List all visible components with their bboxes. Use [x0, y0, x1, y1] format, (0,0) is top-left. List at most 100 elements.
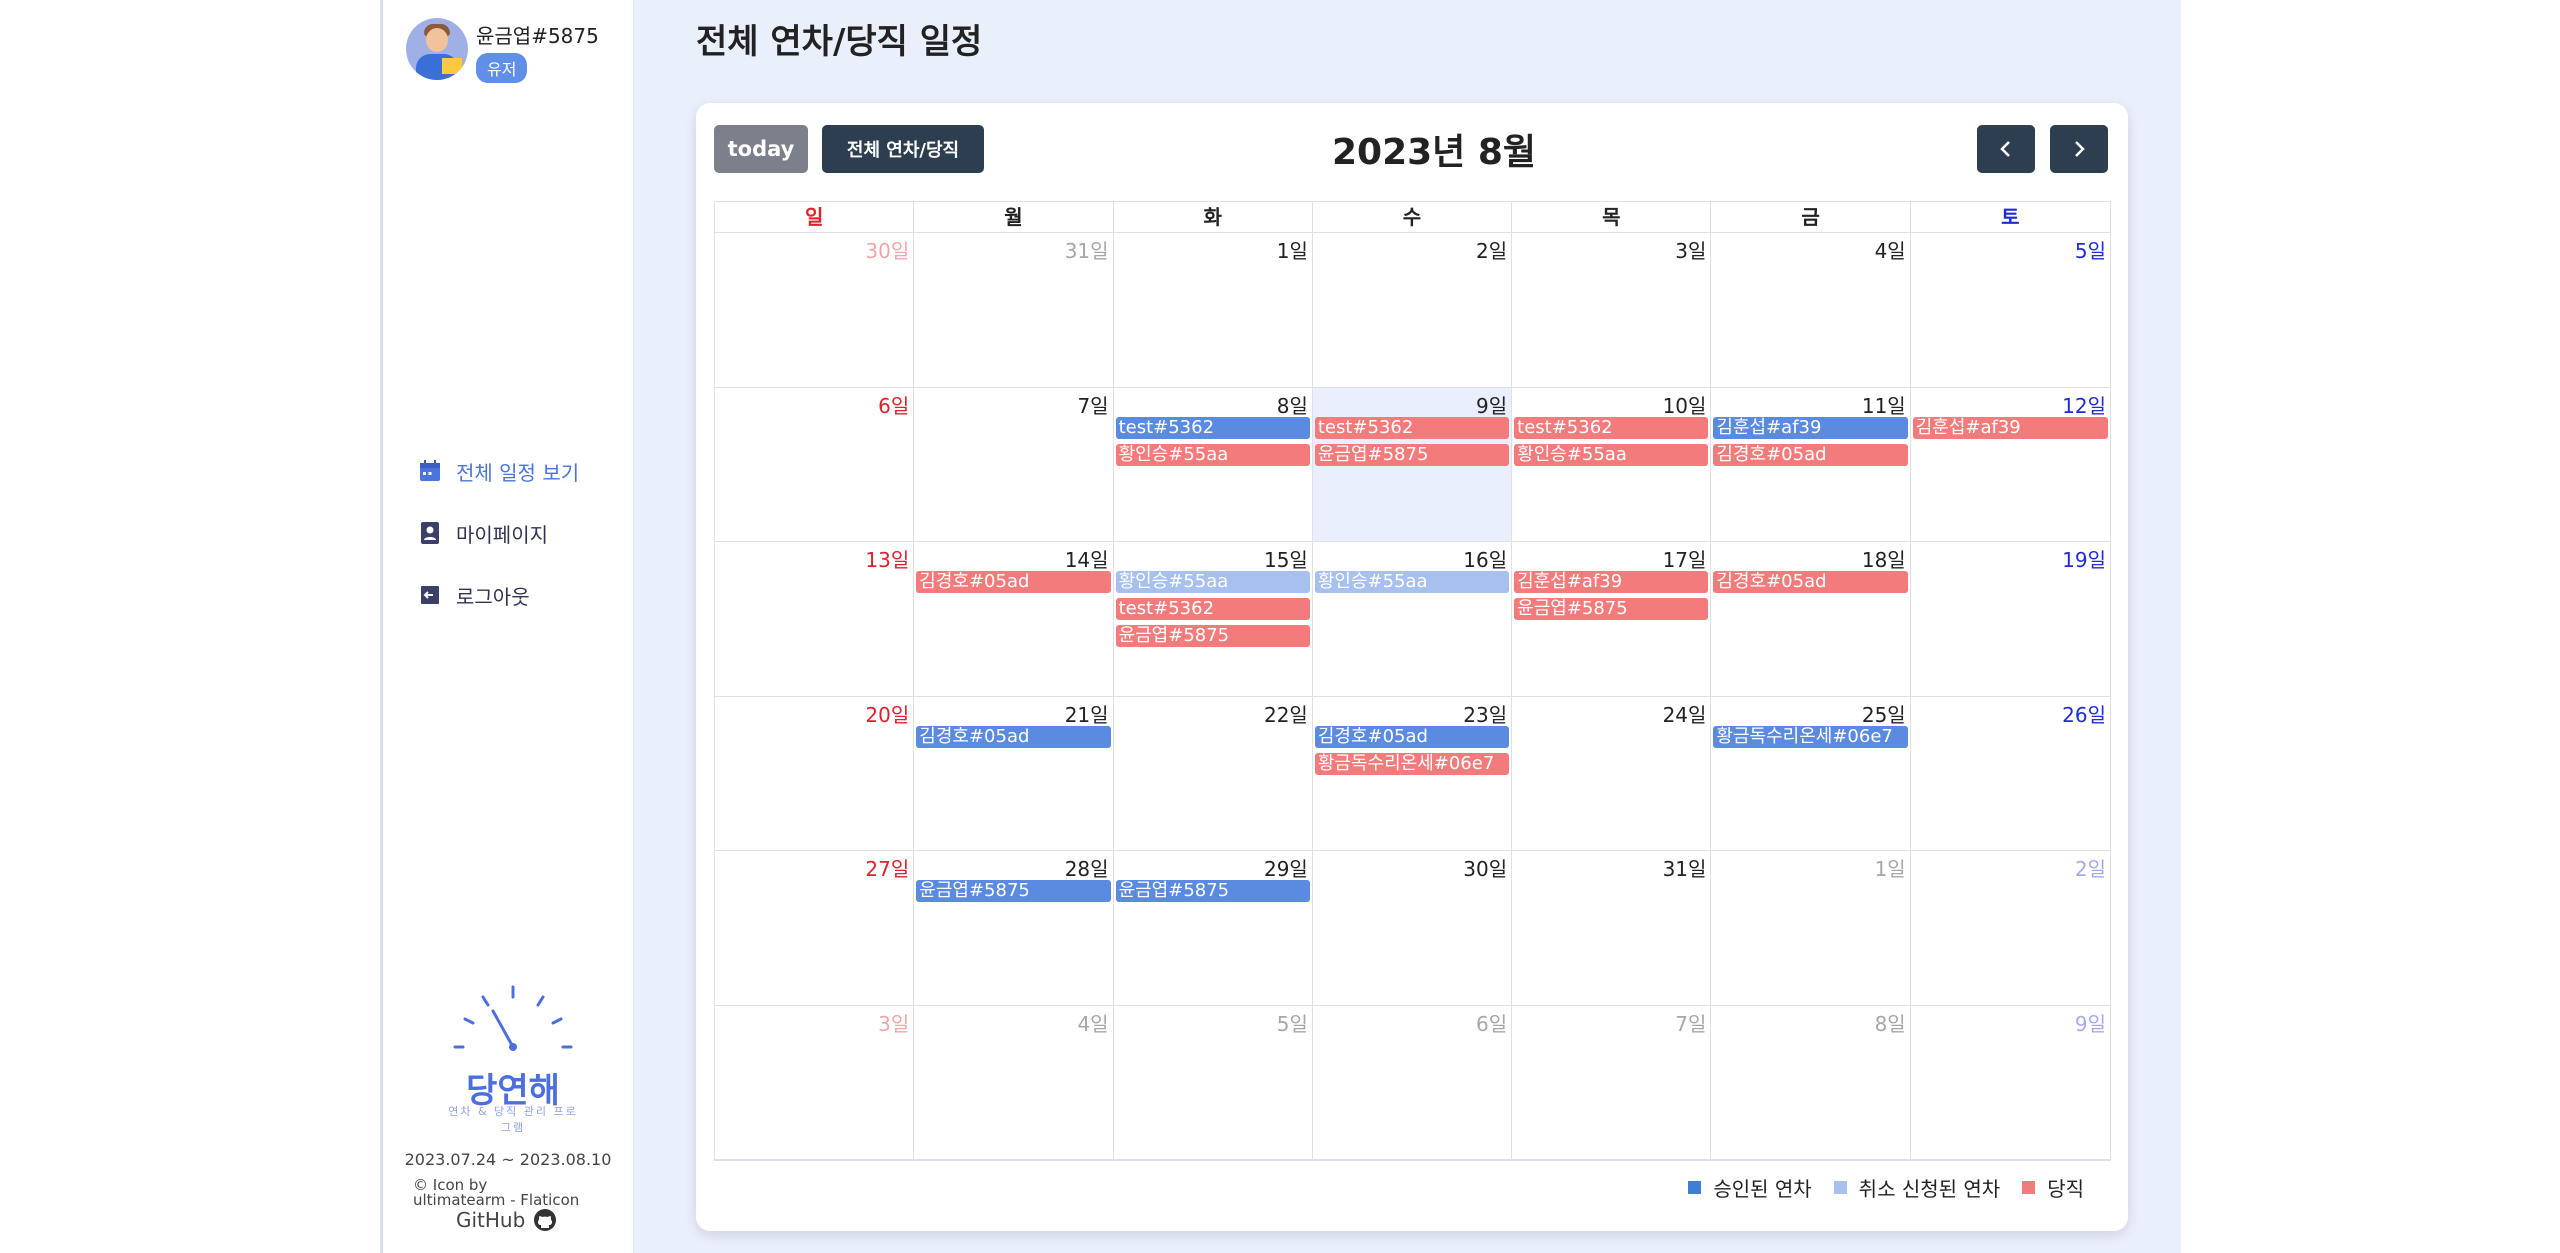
day-number: 6일 [878, 393, 910, 418]
event-duty[interactable]: 윤금엽#5875 [1314, 443, 1510, 466]
day-cell[interactable]: 9일 test#5362 윤금엽#5875 [1312, 387, 1513, 542]
day-cell[interactable]: 19일 [1910, 542, 2110, 697]
event-duty[interactable]: test#5362 [1314, 416, 1510, 439]
weekday-label: 수 [1313, 202, 1513, 232]
chevron-right-icon [2075, 141, 2085, 157]
day-cell[interactable]: 1일 [1113, 233, 1313, 388]
day-cell[interactable]: 2일 [1312, 233, 1513, 388]
day-cell[interactable]: 11일 김훈섭#af39 김경호#05ad [1711, 387, 1911, 542]
day-cell[interactable]: 28일 윤금엽#5875 [914, 851, 1114, 1006]
day-number: 9일 [2074, 1011, 2106, 1036]
event-duty[interactable]: 윤금엽#5875 [1115, 625, 1310, 647]
day-cell[interactable]: 1일 [1711, 851, 1911, 1006]
day-cell[interactable]: 8일 test#5362 황인승#55aa [1113, 387, 1313, 542]
event-duty[interactable]: 윤금엽#5875 [1514, 598, 1709, 620]
day-cell[interactable]: 7일 [914, 387, 1114, 542]
day-cell[interactable]: 4일 [914, 1005, 1114, 1160]
nav-item-label: 로그아웃 [456, 584, 530, 609]
day-cell[interactable]: 21일 김경호#05ad [914, 696, 1114, 851]
day-number: 4일 [1077, 1011, 1109, 1036]
event-approved[interactable]: 김경호#05ad [1314, 725, 1510, 748]
event-duty[interactable]: 김경호#05ad [916, 571, 1111, 593]
day-cell[interactable]: 16일 황인승#55aa [1312, 542, 1513, 697]
day-cell[interactable]: 22일 [1113, 696, 1313, 851]
event-approved[interactable]: 윤금엽#5875 [916, 880, 1111, 902]
legend-label: 취소 신청된 연차 [1858, 1177, 2001, 1201]
today-button[interactable]: today [714, 125, 808, 173]
page-margin [2181, 0, 2560, 1253]
event-duty[interactable]: 황금독수리온세#06e7 [1314, 752, 1510, 775]
weekday-label: 화 [1114, 202, 1313, 232]
event-duty[interactable]: 김경호#05ad [1713, 571, 1908, 593]
event-duty[interactable]: test#5362 [1115, 598, 1310, 620]
day-cell[interactable]: 5일 [1910, 233, 2110, 388]
day-cell[interactable]: 6일 [715, 387, 915, 542]
day-number: 14일 [1064, 548, 1109, 572]
day-cell[interactable]: 9일 [1910, 1006, 2110, 1160]
day-cell[interactable]: 8일 [1711, 1005, 1911, 1160]
icon-credit: © Icon by ultimatearm - Flaticon [413, 1176, 580, 1209]
day-cell[interactable]: 3일 [715, 1005, 915, 1160]
next-month-button[interactable] [2050, 125, 2108, 173]
calendar-grid: 일월화수목금토 30일 31일 1일 2일 3일 4일 5일 6일 7일 8일 test#5362 황… [714, 201, 2111, 1161]
day-cell[interactable]: 18일 김경호#05ad [1711, 542, 1911, 697]
day-number: 1일 [1276, 239, 1308, 263]
day-cell[interactable]: 20일 [715, 696, 915, 851]
event-cancel[interactable]: 황인승#55aa [1314, 571, 1510, 593]
day-cell[interactable]: 31일 [1512, 851, 1712, 1006]
day-number: 16일 [1463, 548, 1508, 572]
weekday-label: 금 [1711, 202, 1911, 232]
day-number: 25일 [1861, 702, 1906, 727]
day-cell[interactable]: 2일 [1910, 851, 2110, 1006]
event-duty[interactable]: 황인승#55aa [1514, 443, 1709, 466]
nav-item-mypage[interactable]: 마이페이지 [418, 502, 579, 564]
day-cell[interactable]: 13일 [715, 542, 915, 697]
day-cell[interactable]: 5일 [1113, 1005, 1313, 1160]
day-number: 19일 [2062, 548, 2106, 572]
nav-item-logout[interactable]: 로그아웃 [418, 564, 579, 626]
day-cell[interactable]: 29일 윤금엽#5875 [1113, 851, 1313, 1006]
day-cell[interactable]: 14일 김경호#05ad [914, 542, 1114, 697]
day-cell[interactable]: 23일 김경호#05ad 황금독수리온세#06e7 [1312, 696, 1513, 851]
event-duty[interactable]: test#5362 [1514, 416, 1709, 439]
event-cancel[interactable]: 황인승#55aa [1115, 571, 1310, 593]
day-cell[interactable]: 30일 [1312, 851, 1513, 1006]
day-number: 8일 [1874, 1011, 1906, 1036]
event-duty[interactable]: 김훈섭#af39 [1514, 571, 1709, 593]
event-duty[interactable]: 김경호#05ad [1713, 443, 1908, 466]
event-duty[interactable]: 황인승#55aa [1115, 443, 1310, 466]
event-approved[interactable]: test#5362 [1115, 416, 1310, 439]
prev-month-button[interactable] [1977, 125, 2035, 173]
day-cell[interactable]: 17일 김훈섭#af39 윤금엽#5875 [1512, 542, 1712, 697]
day-cell[interactable]: 12일 김훈섭#af39 [1910, 388, 2110, 542]
day-cell[interactable]: 31일 [914, 233, 1114, 388]
day-cell[interactable]: 27일 [715, 851, 915, 1006]
nav-item-all-schedule[interactable]: 전체 일정 보기 [418, 440, 579, 502]
day-number: 7일 [1675, 1011, 1707, 1036]
github-label: GitHub [456, 1208, 526, 1232]
day-cell[interactable]: 3일 [1512, 233, 1712, 388]
day-cell[interactable]: 25일 황금독수리온세#06e7 [1711, 696, 1911, 851]
weekday-label: 월 [914, 202, 1114, 232]
day-cell[interactable]: 6일 [1312, 1005, 1513, 1160]
event-approved[interactable]: 김훈섭#af39 [1713, 416, 1908, 439]
github-link[interactable]: GitHub [456, 1208, 557, 1232]
all-schedule-button[interactable]: 전체 연차/당직 [822, 125, 984, 173]
legend-swatch [1833, 1181, 1847, 1194]
user-role-badge: 유저 [476, 53, 528, 83]
event-approved[interactable]: 황금독수리온세#06e7 [1713, 725, 1908, 748]
day-number: 20일 [865, 702, 910, 727]
day-cell[interactable]: 4일 [1711, 233, 1911, 388]
day-cell[interactable]: 26일 [1910, 697, 2110, 851]
day-cell[interactable]: 7일 [1512, 1005, 1712, 1160]
day-number: 24일 [1662, 702, 1707, 727]
day-number: 6일 [1476, 1011, 1508, 1036]
event-approved[interactable]: 김경호#05ad [916, 725, 1111, 748]
day-cell[interactable]: 10일 test#5362 황인승#55aa [1512, 387, 1712, 542]
day-cell[interactable]: 15일 황인승#55aa test#5362 윤금엽#5875 [1113, 542, 1313, 697]
legend-item-cancel: 취소 신청된 연차 [1833, 1173, 2001, 1202]
day-cell[interactable]: 24일 [1512, 696, 1712, 851]
day-cell[interactable]: 30일 [715, 233, 915, 388]
event-duty[interactable]: 김훈섭#af39 [1912, 416, 2108, 439]
event-approved[interactable]: 윤금엽#5875 [1115, 880, 1310, 902]
